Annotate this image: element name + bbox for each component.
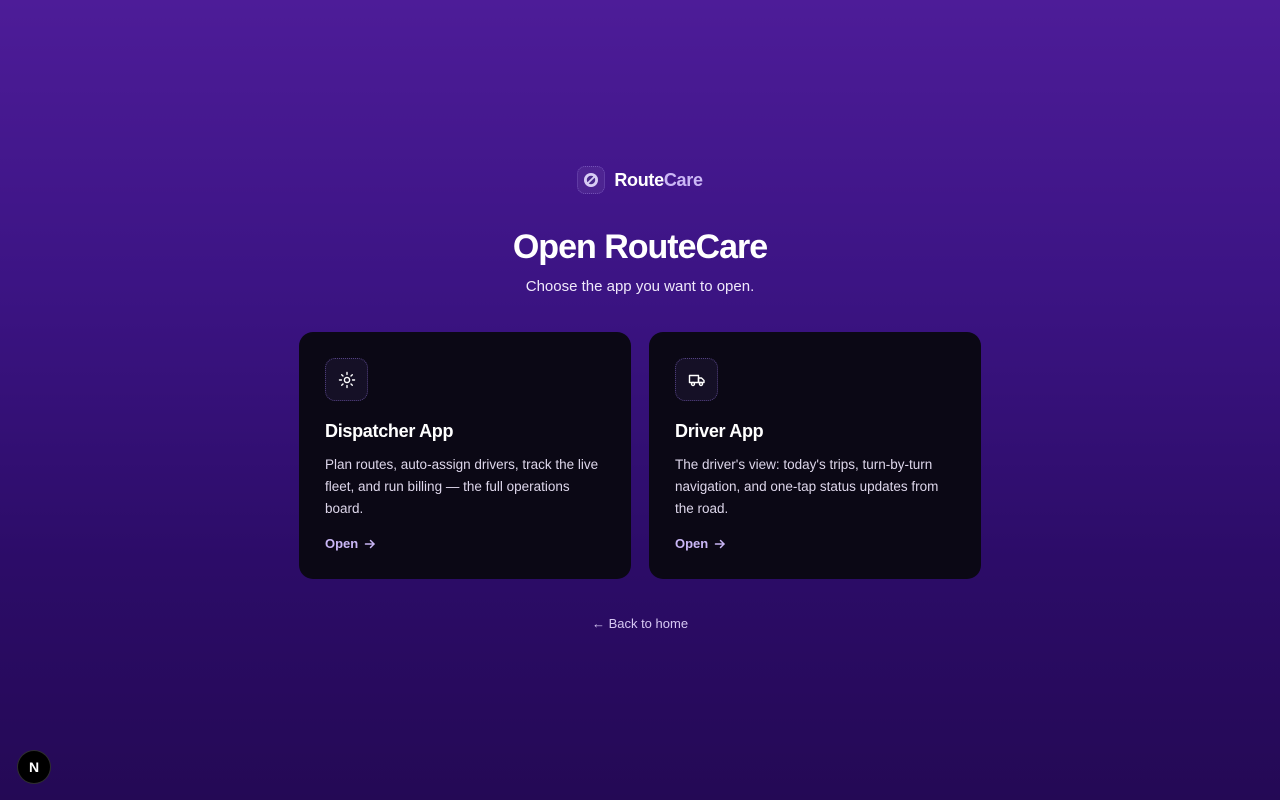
open-driver-link[interactable]: Open bbox=[675, 536, 726, 551]
badge-label: N bbox=[28, 759, 40, 775]
card-description: The driver's view: today's trips, turn-b… bbox=[675, 457, 939, 516]
brand-name-part1: Route bbox=[614, 169, 664, 190]
arrow-right-icon bbox=[714, 539, 725, 548]
dispatcher-app-card[interactable]: Dispatcher App Plan routes, auto-assign … bbox=[299, 332, 631, 579]
open-label: Open bbox=[325, 536, 359, 551]
brand: RouteCare bbox=[0, 166, 1280, 194]
sun-gear-icon bbox=[325, 358, 368, 401]
brand-name-part2: Care bbox=[663, 169, 703, 190]
driver-app-card[interactable]: Driver App The driver's view: today's tr… bbox=[649, 332, 981, 579]
back-to-home-link[interactable]: ← Back to home bbox=[592, 616, 688, 631]
back-to-home-container: ← Back to home bbox=[0, 616, 1280, 631]
card-title: Driver App bbox=[675, 421, 764, 441]
map-pin-shield-icon bbox=[577, 166, 606, 194]
brand-name: RouteCare bbox=[614, 169, 703, 191]
page-subtitle: Choose the app you want to open. bbox=[525, 278, 755, 295]
back-to-home-label: Back to home bbox=[608, 616, 689, 631]
arrow-right-icon bbox=[364, 539, 375, 548]
card-title: Dispatcher App bbox=[325, 421, 454, 441]
open-dispatcher-link[interactable]: Open bbox=[325, 536, 376, 551]
arrow-left-icon: ← bbox=[591, 616, 605, 631]
truck-icon bbox=[675, 358, 718, 401]
page-title: Open RouteCare bbox=[512, 228, 768, 266]
card-description: Plan routes, auto-assign drivers, track … bbox=[325, 457, 599, 516]
open-label: Open bbox=[675, 536, 709, 551]
dev-tools-badge[interactable]: N bbox=[17, 750, 51, 784]
